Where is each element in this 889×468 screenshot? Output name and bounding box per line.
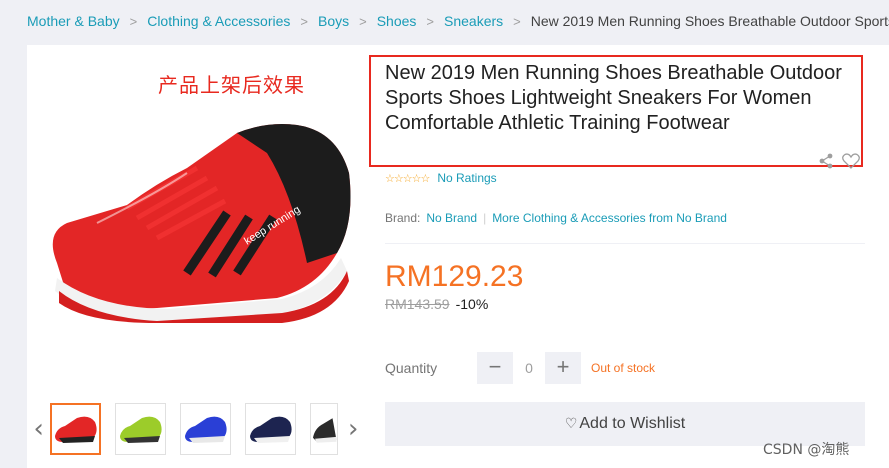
breadcrumb: Mother & Baby > Clothing & Accessories >… <box>0 0 889 42</box>
current-price: RM129.23 <box>385 260 524 293</box>
share-icon[interactable] <box>818 153 834 169</box>
quantity-stepper: − 0 + <box>477 352 581 384</box>
breadcrumb-mother-baby[interactable]: Mother & Baby <box>27 13 120 29</box>
quantity-value[interactable]: 0 <box>513 360 545 376</box>
rating-row: ☆☆☆☆☆ No Ratings <box>385 171 497 185</box>
red-shoe-icon <box>54 416 97 443</box>
old-price-row: RM143.59 -10% <box>385 296 488 312</box>
chevron-right-icon[interactable]: › <box>342 414 365 444</box>
share-wishlist-icons <box>818 153 860 169</box>
product-card: 产品上架后效果 keep running ‹ › New 2019 Men Ru… <box>27 45 889 468</box>
brand-divider: | <box>483 211 487 225</box>
star-rating-icon: ☆☆☆☆☆ <box>385 172 430 185</box>
product-title: New 2019 Men Running Shoes Breathable Ou… <box>385 62 842 134</box>
breadcrumb-separator: > <box>129 13 138 29</box>
quantity-label: Quantity <box>385 360 438 376</box>
navy-shoe-icon <box>249 416 292 443</box>
heart-icon: ♡ <box>564 416 578 432</box>
breadcrumb-separator: > <box>513 13 521 29</box>
discount-badge: -10% <box>455 296 489 312</box>
thumbnail-black-shoe[interactable] <box>310 403 338 455</box>
quantity-row: Quantity − 0 + Out of stock <box>385 352 655 384</box>
thumbnail-strip: ‹ › <box>27 399 365 459</box>
breadcrumb-separator: > <box>359 13 367 29</box>
wishlist-label: Add to Wishlist <box>579 415 686 432</box>
thumbnail-green-shoe[interactable] <box>115 403 167 455</box>
blue-white-shoe-icon <box>184 416 227 443</box>
breadcrumb-sneakers[interactable]: Sneakers <box>444 13 503 29</box>
black-shoe-icon <box>313 418 337 443</box>
overlay-note: 产品上架后效果 <box>158 73 305 97</box>
breadcrumb-separator: > <box>300 13 308 29</box>
breadcrumb-separator: > <box>426 13 434 29</box>
breadcrumb-boys[interactable]: Boys <box>318 13 349 29</box>
original-price: RM143.59 <box>385 296 450 312</box>
brand-row: Brand: No Brand | More Clothing & Access… <box>385 211 727 225</box>
green-shoe-icon <box>119 416 162 443</box>
ratings-link[interactable]: No Ratings <box>437 171 496 185</box>
breadcrumb-current: New 2019 Men Running Shoes Breathable Ou… <box>530 13 889 29</box>
brand-link[interactable]: No Brand <box>426 211 477 225</box>
stock-status: Out of stock <box>591 361 656 375</box>
brand-more-link[interactable]: More Clothing & Accessories from No Bran… <box>492 211 727 225</box>
heart-icon[interactable] <box>842 153 860 169</box>
breadcrumb-shoes[interactable]: Shoes <box>377 13 417 29</box>
thumbnail-navy-shoe[interactable] <box>245 403 297 455</box>
brand-label: Brand: <box>385 211 421 225</box>
watermark: CSDN @淘熊 <box>763 442 850 458</box>
section-divider <box>385 243 865 244</box>
breadcrumb-clothing-accessories[interactable]: Clothing & Accessories <box>147 13 290 29</box>
thumbnail-red-shoe[interactable] <box>50 403 102 455</box>
minus-button[interactable]: − <box>477 352 513 384</box>
plus-button[interactable]: + <box>545 352 581 384</box>
product-gallery: 产品上架后效果 keep running ‹ › <box>27 45 365 468</box>
chevron-left-icon[interactable]: ‹ <box>27 414 50 444</box>
main-product-image[interactable]: 产品上架后效果 keep running <box>27 45 365 395</box>
thumbnail-blue-white-shoe[interactable] <box>180 403 232 455</box>
shoe-illustration: keep running <box>52 124 351 323</box>
